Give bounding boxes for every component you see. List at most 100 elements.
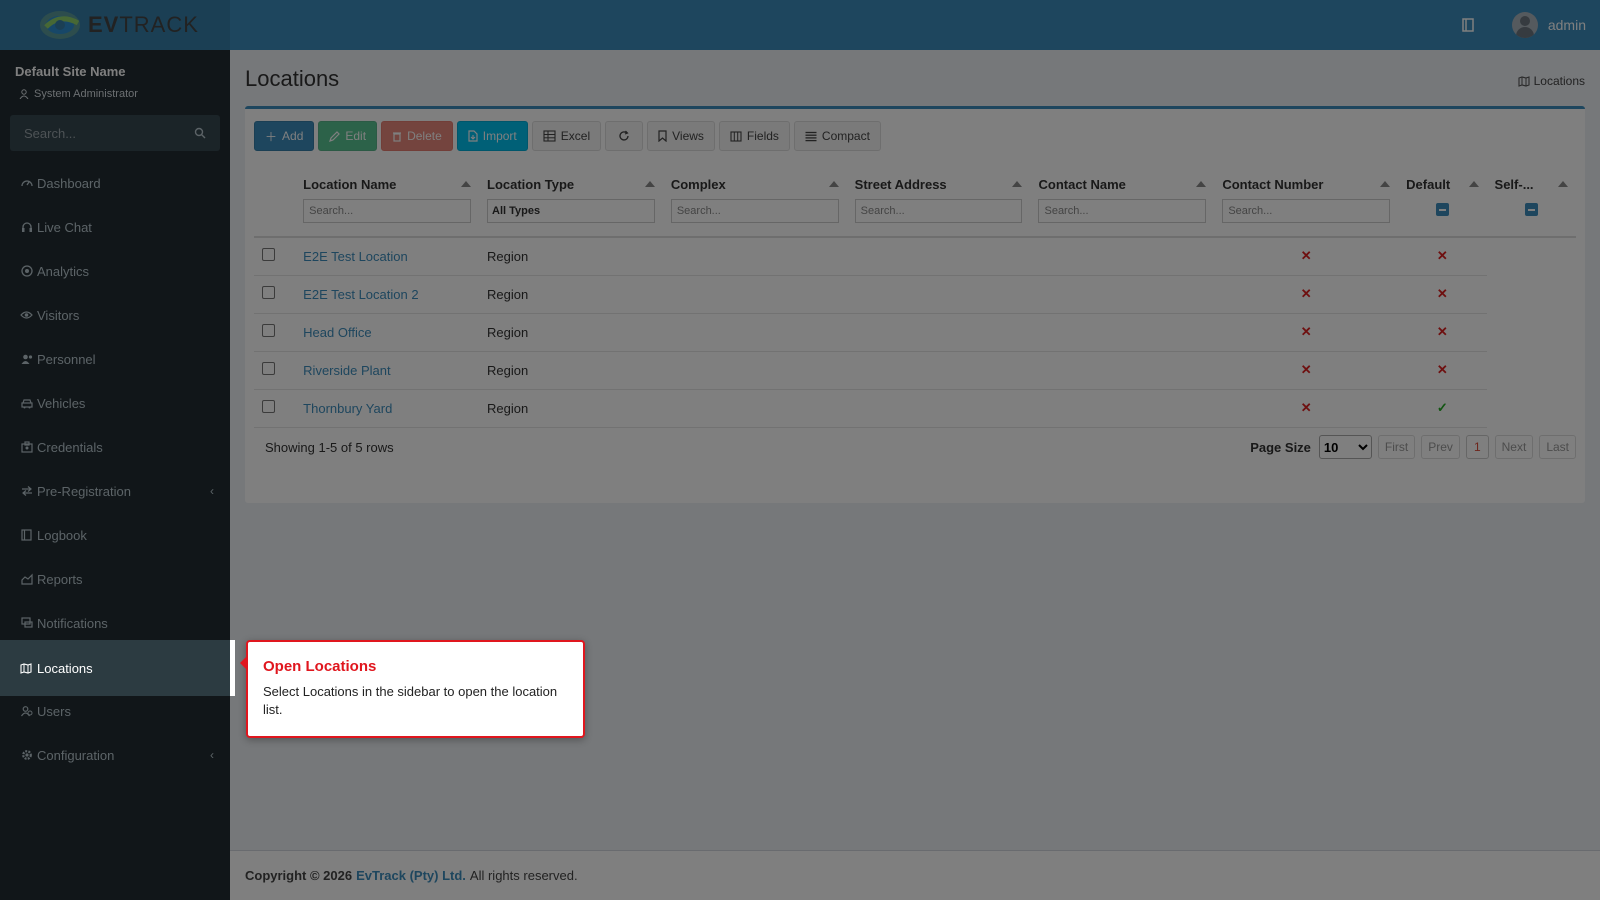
- contact-number-filter[interactable]: [1222, 199, 1391, 223]
- location-type-cell: Region: [479, 351, 663, 390]
- sidebar-item-vehicles[interactable]: Vehicles: [0, 381, 230, 425]
- table-row[interactable]: Riverside Plant Region ✕ ✕: [254, 351, 1576, 390]
- columns-icon: [730, 130, 742, 142]
- street-address-filter[interactable]: [854, 199, 1023, 223]
- user-name[interactable]: admin: [1548, 17, 1586, 33]
- search-icon[interactable]: [194, 127, 206, 139]
- user-avatar[interactable]: [1511, 12, 1538, 38]
- sidebar-search-input[interactable]: [24, 125, 174, 141]
- self-filter-checkbox[interactable]: [1524, 203, 1538, 216]
- column-location-type[interactable]: Location Type All Types: [479, 167, 663, 238]
- complex-filter[interactable]: [670, 199, 839, 223]
- breadcrumb[interactable]: Locations: [1518, 74, 1585, 88]
- delete-button[interactable]: Delete: [381, 121, 453, 151]
- chevron-left-icon[interactable]: ‹: [210, 748, 214, 762]
- default-x-icon: ✕: [1214, 275, 1399, 314]
- views-button[interactable]: Views: [647, 121, 715, 151]
- column-contact-name[interactable]: Contact Name: [1030, 167, 1215, 238]
- sidebar-item-locations[interactable]: Locations: [0, 640, 235, 696]
- bookmark-icon: [658, 130, 667, 142]
- book-icon[interactable]: [1458, 15, 1478, 35]
- chevron-left-icon[interactable]: ‹: [210, 484, 214, 498]
- sidebar-item-configuration[interactable]: Configuration ‹: [0, 733, 230, 777]
- compact-button[interactable]: Compact: [793, 121, 881, 151]
- page-size-select[interactable]: 10: [1318, 435, 1372, 459]
- column-contact-number[interactable]: Contact Number: [1214, 167, 1399, 238]
- table-row[interactable]: E2E Test Location Region ✕ ✕: [254, 237, 1576, 276]
- sidebar-item-pre-registration[interactable]: Pre-Registration ‹: [0, 469, 230, 513]
- sidebar-item-logbook[interactable]: Logbook: [0, 513, 230, 557]
- file-import-icon: [468, 130, 478, 142]
- contact-name-filter[interactable]: [1038, 199, 1207, 223]
- tooltip-arrow: [240, 656, 247, 670]
- column-street-address[interactable]: Street Address: [846, 167, 1031, 238]
- import-button[interactable]: Import: [456, 121, 528, 151]
- row-checkbox[interactable]: [262, 324, 275, 337]
- location-type-filter[interactable]: All Types: [487, 199, 655, 223]
- self-x-icon: ✕: [1398, 313, 1487, 352]
- location-type-cell: Region: [479, 389, 663, 428]
- first-page-button[interactable]: First: [1377, 435, 1416, 459]
- sidebar-item-live-chat[interactable]: Live Chat: [0, 205, 230, 249]
- sidebar-item-credentials[interactable]: Credentials: [0, 425, 230, 469]
- self-x-icon: ✕: [1398, 275, 1487, 314]
- column-complex[interactable]: Complex: [662, 167, 847, 238]
- edit-button[interactable]: Edit: [318, 121, 378, 151]
- user-icon: [19, 89, 29, 99]
- sidebar-item-visitors[interactable]: Visitors: [0, 293, 230, 337]
- current-page-button[interactable]: 1: [1465, 435, 1489, 459]
- row-checkbox[interactable]: [262, 248, 275, 262]
- location-type-cell: Region: [479, 275, 663, 314]
- logo[interactable]: EVTRACK: [0, 0, 230, 50]
- prev-page-button[interactable]: Prev: [1421, 435, 1460, 459]
- page-title: Locations: [245, 66, 340, 91]
- sidebar-item-reports[interactable]: Reports: [0, 557, 230, 601]
- personnel-icon: [20, 353, 33, 366]
- add-button[interactable]: ＋ Add: [254, 121, 315, 151]
- page-footer: Copyright © 2026 EvTrack (Pty) Ltd. All ri…: [230, 850, 1600, 900]
- chart-icon: [20, 573, 33, 586]
- table-icon: [543, 130, 556, 142]
- logo-mark-icon: [38, 9, 86, 41]
- eye-icon: [20, 309, 33, 322]
- sidebar-item-analytics[interactable]: Analytics: [0, 249, 230, 293]
- location-link[interactable]: Thornbury Yard: [303, 401, 392, 416]
- dashboard-icon: [20, 177, 33, 190]
- user-role: System Administrator: [15, 88, 215, 100]
- row-checkbox[interactable]: [262, 362, 275, 375]
- trash-icon: [393, 131, 402, 142]
- default-x-icon: ✕: [1214, 313, 1399, 352]
- refresh-button[interactable]: [605, 121, 644, 151]
- last-page-button[interactable]: Last: [1539, 435, 1576, 459]
- sort-icon: [1558, 181, 1568, 187]
- locations-table: Location Name Location TypeAll Types Com…: [254, 167, 1576, 428]
- location-link[interactable]: E2E Test Location: [303, 249, 408, 264]
- sidebar-item-notifications[interactable]: Notifications: [0, 601, 230, 645]
- table-row[interactable]: Head Office Region ✕ ✕: [254, 313, 1576, 352]
- column-default[interactable]: Default: [1398, 167, 1487, 238]
- location-link[interactable]: Riverside Plant: [303, 363, 390, 378]
- site-name: Default Site Name: [15, 64, 126, 79]
- location-link[interactable]: Head Office: [303, 325, 371, 340]
- row-checkbox[interactable]: [262, 286, 275, 299]
- company-link[interactable]: EvTrack (Pty) Ltd.: [356, 868, 466, 883]
- row-checkbox[interactable]: [262, 400, 275, 413]
- table-row[interactable]: E2E Test Location 2 Region ✕ ✕: [254, 275, 1576, 314]
- next-page-button[interactable]: Next: [1494, 435, 1534, 459]
- excel-button[interactable]: Excel: [531, 121, 602, 151]
- location-name-filter[interactable]: [303, 199, 471, 223]
- plus-icon: ＋: [265, 129, 278, 144]
- default-filter-checkbox[interactable]: [1435, 203, 1449, 216]
- table-row[interactable]: Thornbury Yard Region ✕ ✓: [254, 389, 1576, 428]
- fields-button[interactable]: Fields: [718, 121, 790, 151]
- sidebar-item-dashboard[interactable]: Dashboard: [0, 161, 230, 205]
- column-location-name[interactable]: Location Name: [295, 167, 479, 238]
- sort-icon: [1012, 181, 1023, 187]
- sidebar-item-personnel[interactable]: Personnel: [0, 337, 230, 381]
- book-icon: [20, 529, 33, 542]
- toolbar: ＋ Add Edit Delete Import Excel Views Fiel…: [254, 121, 881, 151]
- page-size-label: Page Size: [1250, 439, 1311, 455]
- location-link[interactable]: E2E Test Location 2: [303, 287, 418, 302]
- column-self-service[interactable]: Self-...: [1486, 167, 1576, 238]
- table-footer: Showing 1-5 of 5 rows Page Size 10 First…: [254, 432, 1576, 462]
